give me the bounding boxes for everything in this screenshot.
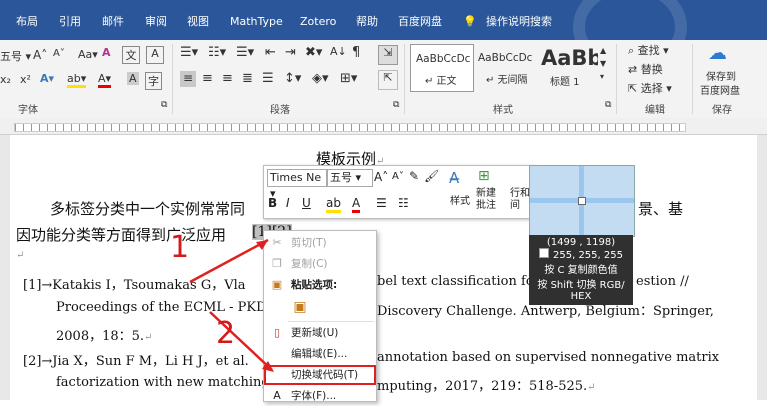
picker-hint-hex: HEX	[570, 291, 592, 302]
picker-rgb: 255, 255, 255	[529, 248, 633, 261]
color-swatch	[539, 248, 549, 258]
annotation-arrow-1	[189, 238, 269, 284]
picker-hint-copy: 按 C 复制颜色值	[544, 265, 618, 276]
picker-hint-toggle: 按 Shift 切换 RGB/	[537, 280, 625, 291]
annotation-number-2: 2	[216, 316, 236, 351]
color-picker-magnifier	[529, 165, 635, 237]
color-picker-info: (1499 , 1198) 255, 255, 255 按 C 复制颜色值 按 …	[529, 235, 633, 305]
annotation-number-1: 1	[170, 230, 190, 265]
picker-coords: (1499 , 1198)	[546, 237, 616, 248]
annotation-overlay	[189, 238, 274, 372]
